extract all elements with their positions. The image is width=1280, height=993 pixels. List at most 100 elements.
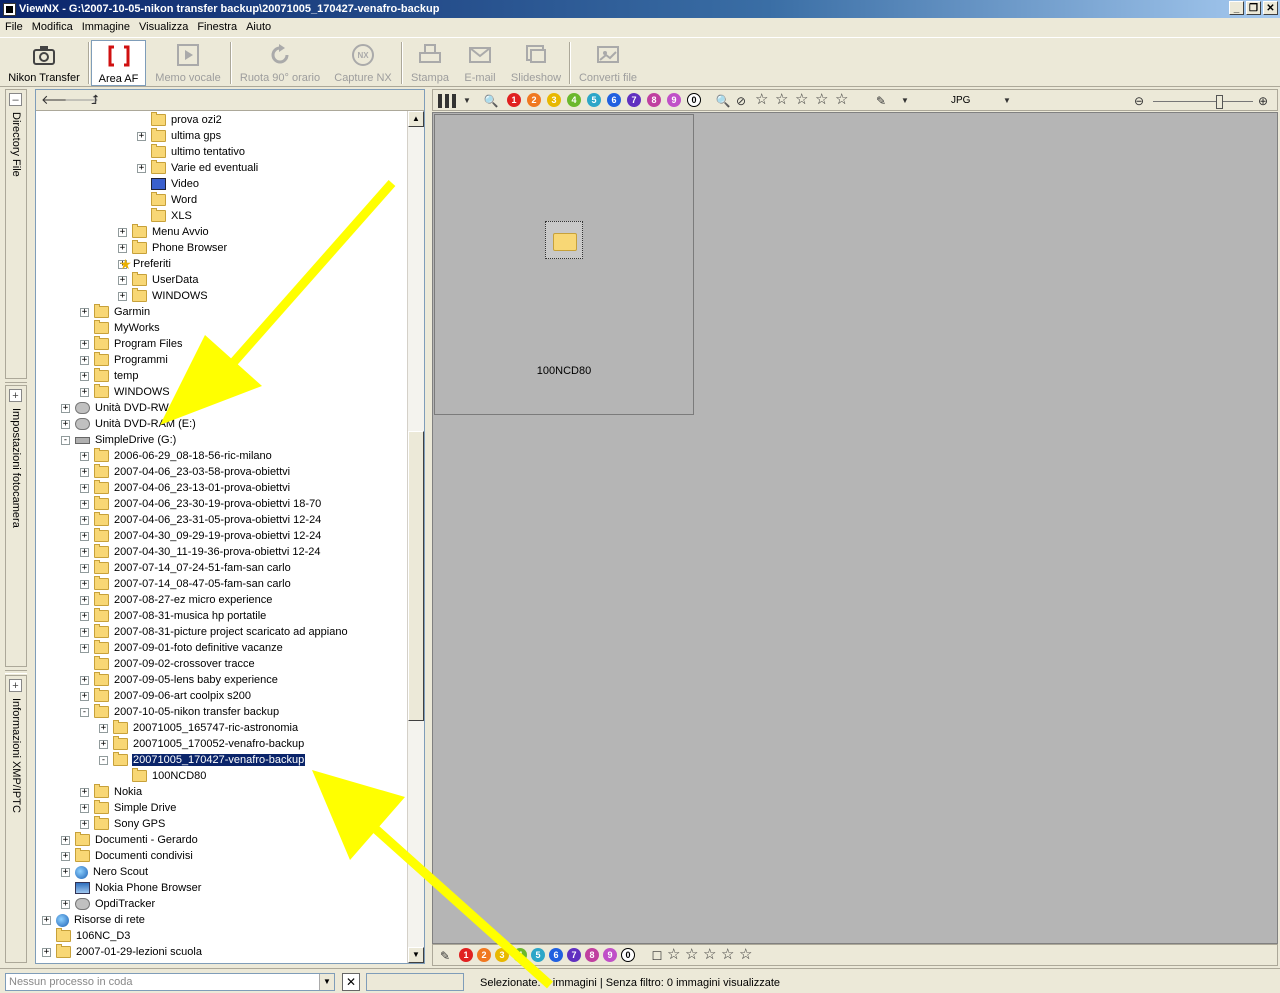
back-arrow-icon[interactable]: 🡐: [41, 92, 76, 108]
star-filter-4[interactable]: ☆: [815, 92, 828, 108]
no-rating-icon[interactable]: ⊘: [733, 93, 749, 109]
stampa-button[interactable]: Stampa: [407, 40, 453, 86]
tree-item[interactable]: + Unità DVD-RW (D:): [61, 400, 191, 416]
star-filter-5[interactable]: ☆: [835, 92, 848, 108]
tree-item[interactable]: +2007-04-06_23-03-58-prova-obiettvi: [80, 464, 291, 480]
thumbnail-cell[interactable]: 100NCD80: [434, 114, 694, 415]
label-filter-5[interactable]: 5: [587, 93, 601, 107]
expand-icon[interactable]: +: [42, 915, 51, 925]
label-set-9[interactable]: 9: [603, 948, 617, 962]
expand-icon[interactable]: +: [80, 563, 89, 573]
thumbnail-grid-icon[interactable]: [438, 94, 456, 108]
star-filter-3[interactable]: ☆: [795, 92, 808, 108]
tree-item[interactable]: +2007-09-01-foto definitive vacanze: [80, 640, 284, 656]
tree-item[interactable]: +2007-09-06-art coolpix s200: [80, 688, 252, 704]
scroll-up-icon[interactable]: ▲: [408, 111, 424, 127]
star-rate-4[interactable]: ☆: [721, 947, 734, 963]
cancel-process-icon[interactable]: ✕: [342, 973, 360, 991]
expand-icon[interactable]: +: [80, 467, 89, 477]
minimize-button[interactable]: _: [1229, 1, 1244, 15]
tree-item[interactable]: + temp: [80, 368, 139, 384]
expand-icon[interactable]: +: [42, 947, 51, 957]
tree-item[interactable]: + ★ Preferiti: [118, 256, 172, 272]
tree-item[interactable]: Word: [137, 192, 198, 208]
zoom-slider-thumb[interactable]: [1216, 95, 1223, 109]
menu-immagine[interactable]: Immagine: [77, 19, 134, 37]
star-rate-5[interactable]: ☆: [739, 947, 752, 963]
expand-icon[interactable]: +: [137, 163, 146, 173]
tree-item[interactable]: + Nero Scout: [61, 864, 149, 880]
label-set-1[interactable]: 1: [459, 948, 473, 962]
tree-item[interactable]: + Nokia: [80, 784, 143, 800]
label-filter-0[interactable]: 0: [687, 93, 701, 107]
expand-icon[interactable]: +: [61, 851, 70, 861]
label-filter-8[interactable]: 8: [647, 93, 661, 107]
converti-file-button[interactable]: Converti file: [575, 40, 641, 86]
rating-flag-icon[interactable]: ☐: [649, 948, 665, 964]
tree-item[interactable]: +20071005_170052-venafro-backup: [99, 736, 305, 752]
expand-icon[interactable]: +: [80, 483, 89, 493]
label-filter-4[interactable]: 4: [567, 93, 581, 107]
tree-item[interactable]: + Risorse di rete: [42, 912, 146, 928]
expand-icon[interactable]: +: [80, 803, 89, 813]
tab-directory-file[interactable]: – Directory File: [5, 89, 27, 379]
label-filter-1[interactable]: 1: [507, 93, 521, 107]
tree-item[interactable]: XLS: [137, 208, 193, 224]
expand-icon[interactable]: +: [9, 679, 22, 692]
label-filter-9[interactable]: 9: [667, 93, 681, 107]
tree-item[interactable]: + Unità DVD-RAM (E:): [61, 416, 197, 432]
star-rate-1[interactable]: ☆: [667, 947, 680, 963]
nikon-transfer-button[interactable]: Nikon Transfer: [4, 40, 84, 86]
slideshow-button[interactable]: Slideshow: [507, 40, 565, 86]
tree-item[interactable]: +2007-04-06_23-30-19-prova-obiettvi 18-7…: [80, 496, 322, 512]
expand-icon[interactable]: +: [80, 643, 89, 653]
collapse-icon[interactable]: –: [9, 93, 22, 106]
menu-file[interactable]: File: [0, 19, 27, 37]
tree-item[interactable]: +2007-07-14_08-47-05-fam-san carlo: [80, 576, 292, 592]
expand-icon[interactable]: +: [9, 389, 22, 402]
scroll-thumb[interactable]: [408, 431, 424, 721]
expand-icon[interactable]: +: [80, 515, 89, 525]
expand-icon[interactable]: +: [80, 387, 89, 397]
tree-item[interactable]: + Varie ed eventuali: [137, 160, 259, 176]
collapse-icon[interactable]: -: [80, 707, 89, 717]
menu-visualizza[interactable]: Visualizza: [134, 19, 192, 37]
dropdown-arrow-icon[interactable]: ▼: [459, 93, 475, 109]
expand-icon[interactable]: +: [80, 627, 89, 637]
tree-item[interactable]: Video: [137, 176, 200, 192]
expand-icon[interactable]: +: [118, 291, 127, 301]
tree-item[interactable]: 106NC_D3: [42, 928, 131, 944]
tree-item[interactable]: + Programmi: [80, 352, 169, 368]
label-set-3[interactable]: 3: [495, 948, 509, 962]
star-filter-1[interactable]: ☆: [755, 92, 768, 108]
zoom-out-icon[interactable]: ⊖: [1131, 93, 1147, 109]
expand-icon[interactable]: +: [80, 819, 89, 829]
tree-item[interactable]: +2007-08-27-ez micro experience: [80, 592, 273, 608]
tree-item[interactable]: + OpdiTracker: [61, 896, 156, 912]
tree-item[interactable]: Nokia Phone Browser: [61, 880, 202, 896]
label-set-2[interactable]: 2: [477, 948, 491, 962]
parent-folder-icon[interactable]: ⮥: [87, 92, 103, 108]
expand-icon[interactable]: +: [80, 547, 89, 557]
tab-informazioni-xmp[interactable]: + Informazioni XMP/IPTC: [5, 675, 27, 963]
expand-icon[interactable]: +: [61, 899, 70, 909]
expand-icon[interactable]: +: [99, 739, 108, 749]
ruota-button[interactable]: Ruota 90° orario: [236, 40, 324, 86]
label-filter-2[interactable]: 2: [527, 93, 541, 107]
tree-item[interactable]: +20071005_165747-ric-astronomia: [99, 720, 299, 736]
dropdown-arrow-icon[interactable]: ▼: [897, 93, 913, 109]
email-button[interactable]: E-mail: [458, 40, 502, 86]
tree-item[interactable]: 100NCD80: [118, 768, 207, 784]
zoom-slider-track[interactable]: [1153, 101, 1253, 102]
tree-item[interactable]: prova ozi2: [137, 112, 223, 128]
label-filter-3[interactable]: 3: [547, 93, 561, 107]
expand-icon[interactable]: +: [80, 355, 89, 365]
format-dropdown-icon[interactable]: ▼: [999, 93, 1015, 109]
label-set-8[interactable]: 8: [585, 948, 599, 962]
tree-item[interactable]: +2007-01-29-lezioni scuola: [42, 944, 203, 960]
tree-item[interactable]: + Documenti - Gerardo: [61, 832, 199, 848]
expand-icon[interactable]: +: [61, 835, 70, 845]
expand-icon[interactable]: +: [118, 275, 127, 285]
tree-item[interactable]: + ultima gps: [137, 128, 222, 144]
expand-icon[interactable]: +: [61, 403, 70, 413]
